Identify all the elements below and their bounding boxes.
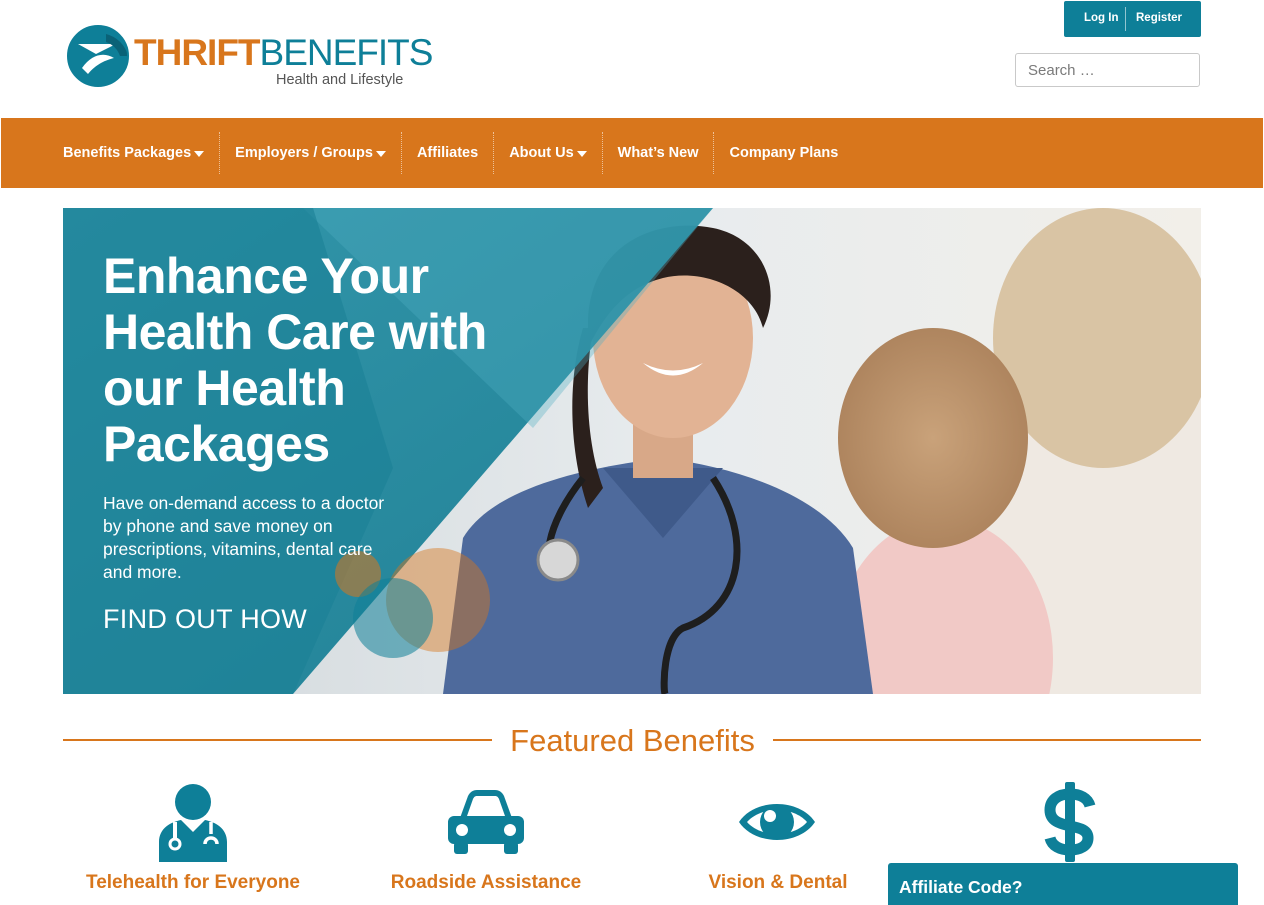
featured-title: Featured Benefits <box>510 723 755 758</box>
logo-tagline: Health and Lifestyle <box>276 72 404 88</box>
affiliate-code-panel[interactable]: Affiliate Code? <box>888 863 1238 905</box>
login-link[interactable]: Log In <box>1084 12 1119 24</box>
caret-down-icon <box>576 151 587 157</box>
logo-word-thrift: THRIFT <box>134 32 261 73</box>
featured-divider-right <box>773 739 1201 741</box>
nav-item-label: About Us <box>509 145 574 161</box>
nav-item-whats-new[interactable]: What’s New <box>603 132 715 174</box>
hero-banner[interactable]: Enhance Your Health Care with our Health… <box>63 208 1201 694</box>
nav-item-label: Affiliates <box>416 145 479 161</box>
nav-item-employers-groups[interactable]: Employers / Groups <box>220 132 402 174</box>
benefit-label-telehealth[interactable]: Telehealth for Everyone <box>78 872 308 894</box>
find-out-how-link[interactable]: FIND OUT HOW <box>103 604 307 635</box>
nav-item-benefits-packages[interactable]: Benefits Packages <box>48 132 221 174</box>
caret-down-icon <box>375 151 386 157</box>
auth-divider <box>1125 7 1126 31</box>
caret-down-icon <box>194 151 205 157</box>
nav-item-label: Company Plans <box>729 145 839 161</box>
main-navbar: Benefits Packages Employers / Groups Aff… <box>1 118 1263 188</box>
auth-box: Log In Register <box>1064 1 1201 37</box>
search-input[interactable] <box>1015 53 1200 87</box>
nav-menu: Benefits Packages Employers / Groups Aff… <box>48 118 853 188</box>
nav-item-about-us[interactable]: About Us <box>494 132 603 174</box>
car-icon[interactable] <box>446 782 526 862</box>
logo-word-benefits: BENEFITS <box>259 32 434 73</box>
nav-item-label: Employers / Groups <box>235 145 373 161</box>
benefit-label-vision-dental[interactable]: Vision & Dental <box>678 872 878 894</box>
dollar-icon[interactable] <box>1030 782 1110 862</box>
benefit-label-roadside[interactable]: Roadside Assistance <box>376 872 596 894</box>
nav-item-affiliates[interactable]: Affiliates <box>402 132 495 174</box>
featured-divider-left <box>63 739 492 741</box>
eye-icon[interactable] <box>737 782 817 862</box>
doctor-icon[interactable] <box>153 782 233 862</box>
logo-wordmark: THRIFTBENEFITS <box>134 32 434 73</box>
logo-mark-icon <box>67 25 129 87</box>
hero-description: Have on-demand access to a doctor by pho… <box>103 493 385 582</box>
hero-title: Enhance Your Health Care with our Health… <box>103 248 487 472</box>
nav-item-company-plans[interactable]: Company Plans <box>714 132 853 174</box>
site-logo[interactable]: THRIFTBENEFITS Health and Lifestyle <box>66 22 433 92</box>
nav-item-label: Benefits Packages <box>63 145 192 161</box>
register-link[interactable]: Register <box>1136 12 1182 24</box>
nav-item-label: What’s New <box>617 145 699 161</box>
